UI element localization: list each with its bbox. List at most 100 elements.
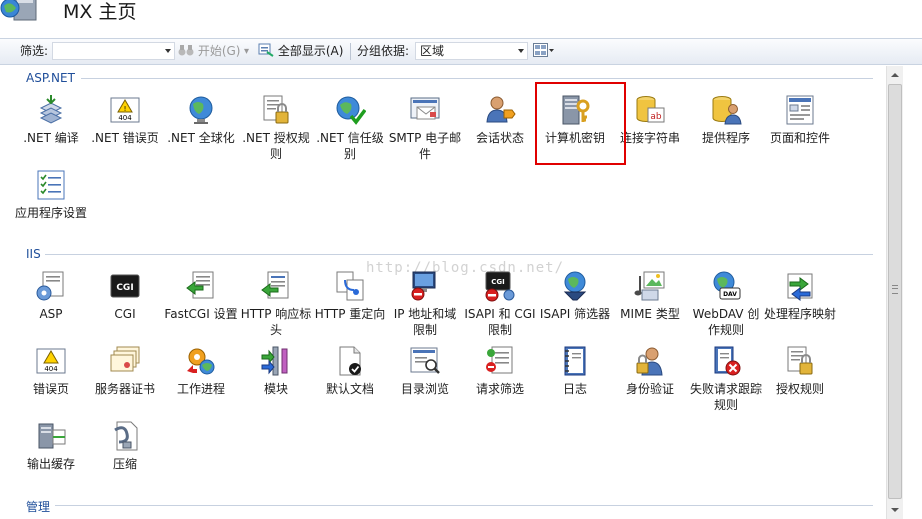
view-mode-icon: [533, 43, 554, 57]
feature-http-headers[interactable]: HTTP 响应标头: [239, 270, 313, 338]
feature-request-filtering[interactable]: 请求筛选: [463, 345, 537, 397]
feature-cgi[interactable]: CGI CGI: [88, 270, 162, 322]
feature-asp[interactable]: ASP: [14, 270, 88, 322]
fastcgi-icon: [186, 271, 214, 299]
group-by-combo[interactable]: 区域: [415, 42, 528, 60]
feature-label: 错误页: [32, 382, 69, 396]
http-redirect-icon: [336, 271, 364, 301]
feature-label: MIME 类型: [620, 307, 680, 321]
feature-isapi-filters[interactable]: ISAPI 筛选器: [538, 270, 612, 322]
ip-restrictions-icon: [411, 271, 436, 301]
show-all-icon: [258, 43, 274, 57]
feature-failed-request-tracing[interactable]: 失败请求跟踪规则: [689, 345, 763, 413]
chevron-down-icon[interactable]: [518, 49, 524, 53]
feature-label: .NET 信任级别: [316, 131, 384, 161]
feature-label: CGI: [114, 307, 136, 321]
feature-label: 压缩: [112, 457, 137, 471]
scrollbar-thumb[interactable]: [888, 84, 902, 499]
show-all-button[interactable]: 全部显示(A): [258, 39, 343, 64]
mime-types-icon: [634, 271, 665, 301]
feature-session-state[interactable]: 会话状态: [463, 94, 537, 146]
feature-label: 失败请求跟踪规则: [689, 382, 762, 412]
feature-logging[interactable]: 日志: [538, 345, 612, 397]
feature-directory-browsing[interactable]: 目录浏览: [388, 345, 462, 397]
start-label: 开始(G): [197, 44, 241, 58]
feature-ip-restrictions[interactable]: IP 地址和域限制: [388, 270, 462, 338]
feature-fastcgi[interactable]: FastCGI 设置: [164, 270, 238, 322]
feature-providers[interactable]: 提供程序: [689, 94, 763, 146]
feature-label: .NET 错误页: [91, 131, 159, 145]
failed-request-tracing-icon: [714, 346, 741, 376]
feature-mime-types[interactable]: MIME 类型: [613, 270, 687, 322]
server-certificates-icon: [110, 346, 140, 372]
feature-default-document[interactable]: 默认文档: [313, 345, 387, 397]
svg-text:CGI: CGI: [116, 283, 133, 293]
vertical-scrollbar[interactable]: [886, 66, 903, 519]
feature-label: ISAPI 筛选器: [539, 307, 611, 321]
worker-processes-icon: [187, 348, 215, 375]
feature-smtp-email[interactable]: SMTP 电子邮件: [388, 94, 462, 162]
feature-dotnet-trust-level[interactable]: .NET 信任级别: [313, 94, 387, 162]
section-iis: IIS: [26, 247, 41, 261]
providers-icon: [712, 96, 742, 125]
directory-browsing-icon: [410, 347, 440, 374]
section-aspnet: ASP.NET: [26, 71, 75, 85]
feature-isapi-cgi-restrictions[interactable]: CGI ISAPI 和 CGI 限制: [463, 270, 537, 338]
feature-pages-controls[interactable]: 页面和控件: [763, 94, 837, 146]
feature-dotnet-authorization[interactable]: .NET 授权规则: [239, 94, 313, 162]
feature-label: 输出缓存: [26, 457, 75, 471]
feature-http-redirect[interactable]: HTTP 重定向: [313, 270, 387, 322]
feature-label: 模块: [263, 382, 288, 396]
session-state-icon: [486, 96, 516, 123]
feature-error-pages[interactable]: 404 错误页: [14, 345, 88, 397]
authentication-icon: [636, 347, 663, 376]
dotnet-compile-icon: [39, 95, 63, 124]
scroll-up-icon[interactable]: [889, 69, 901, 81]
feature-label: 应用程序设置: [14, 206, 87, 220]
feature-compression[interactable]: 压缩: [88, 420, 162, 472]
feature-dotnet-compile[interactable]: .NET 编译: [14, 94, 88, 146]
feature-label: 目录浏览: [400, 382, 449, 396]
isapi-cgi-icon: CGI: [485, 271, 515, 302]
feature-authorization-rules[interactable]: 授权规则: [763, 345, 837, 397]
section-manage: 管理: [26, 500, 51, 514]
http-headers-icon: [261, 271, 289, 299]
connection-strings-icon: ab: [636, 96, 665, 123]
feature-label: 会话状态: [475, 131, 524, 145]
svg-text:!: !: [124, 105, 127, 113]
view-mode-button[interactable]: [533, 39, 555, 64]
feature-output-caching[interactable]: 输出缓存: [14, 420, 88, 472]
feature-label: SMTP 电子邮件: [388, 131, 462, 161]
highlight-box: [535, 82, 626, 165]
feature-modules[interactable]: 模块: [239, 345, 313, 397]
webdav-icon: DAV: [713, 271, 741, 300]
dotnet-trust-level-icon: [336, 96, 366, 125]
dotnet-error-page-icon: ! 404: [110, 97, 140, 123]
features-view: ASP.NET .NET 编译 ! 404 .NET 错误页 .NET 全球化: [0, 66, 886, 519]
compression-icon: [114, 421, 138, 451]
feature-app-settings[interactable]: 应用程序设置: [14, 169, 88, 221]
dotnet-authorization-icon: [263, 95, 289, 124]
modules-icon: [261, 346, 288, 376]
start-dropdown-arrow[interactable]: ▾: [244, 39, 249, 64]
filter-combo[interactable]: [52, 42, 175, 60]
dotnet-globalization-icon: [189, 96, 213, 124]
feature-authentication[interactable]: 身份验证: [613, 345, 687, 397]
start-button[interactable]: 开始(G): [178, 39, 241, 64]
isapi-filters-icon: [563, 271, 587, 301]
feature-label: HTTP 响应标头: [240, 307, 312, 337]
svg-text:DAV: DAV: [723, 291, 737, 298]
scroll-down-icon[interactable]: [889, 504, 901, 516]
feature-dotnet-error-page[interactable]: ! 404 .NET 错误页: [88, 94, 162, 146]
authorization-rules-icon: [787, 346, 813, 375]
group-by-value: 区域: [420, 44, 445, 58]
default-document-icon: [339, 346, 361, 376]
feature-label: 页面和控件: [769, 131, 830, 145]
feature-dotnet-globalization[interactable]: .NET 全球化: [164, 94, 238, 146]
feature-worker-processes[interactable]: 工作进程: [164, 345, 238, 397]
feature-server-certificates[interactable]: 服务器证书: [88, 345, 162, 397]
show-all-label: 全部显示(A): [277, 44, 344, 58]
feature-webdav[interactable]: DAV WebDAV 创作规则: [689, 270, 763, 338]
feature-handler-mappings[interactable]: 处理程序映射: [763, 270, 837, 322]
chevron-down-icon[interactable]: [165, 49, 171, 53]
